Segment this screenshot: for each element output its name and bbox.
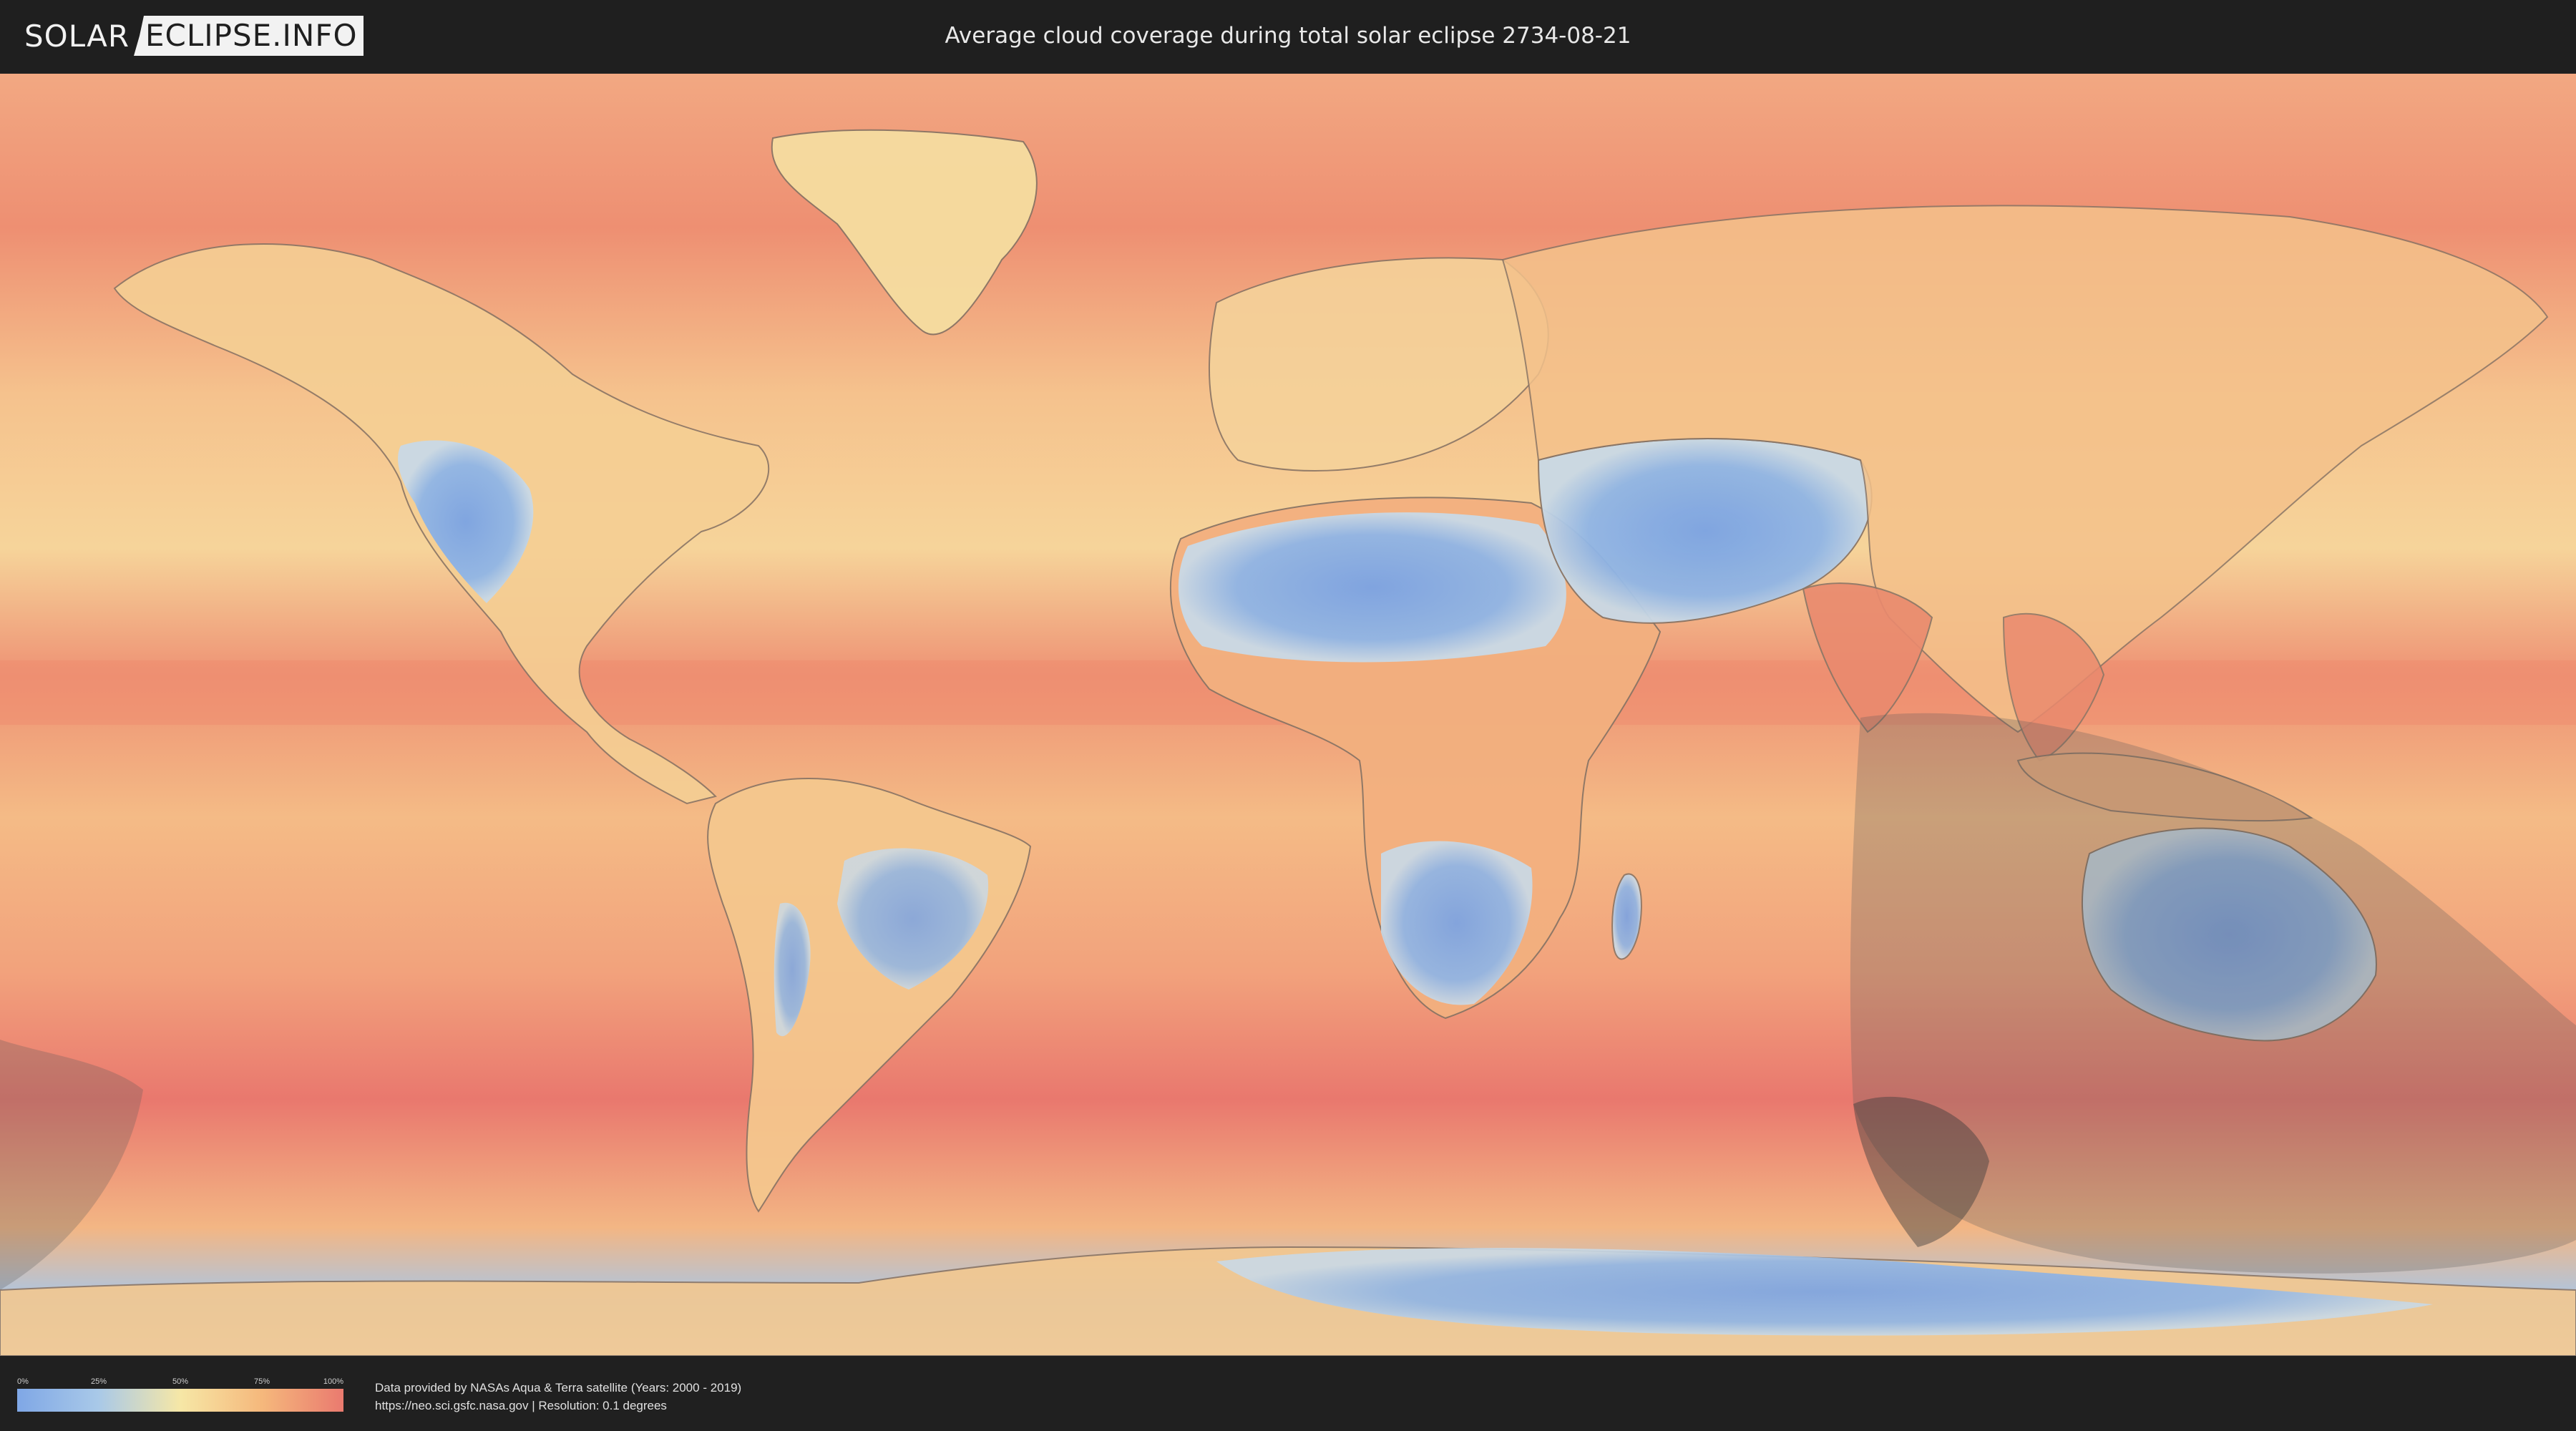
sahara-clear-region	[1178, 512, 1566, 663]
cloud-coverage-legend: 0% 25% 50% 75% 100%	[17, 1377, 343, 1412]
legend-tick-25: 25%	[90, 1377, 107, 1386]
data-credits: Data provided by NASAs Aqua & Terra sate…	[375, 1379, 741, 1415]
legend-color-bar	[17, 1389, 343, 1412]
header-bar: SOLAR ECLIPSE.INFO Average cloud coverag…	[0, 0, 2576, 72]
cloud-coverage-map[interactable]	[0, 74, 2576, 1356]
legend-tick-100: 100%	[323, 1377, 343, 1386]
legend-tick-75: 75%	[253, 1377, 270, 1386]
legend-tick-50: 50%	[172, 1377, 189, 1386]
credits-line-url: https://neo.sci.gsfc.nasa.gov | Resoluti…	[375, 1399, 667, 1412]
legend-ticks: 0% 25% 50% 75% 100%	[17, 1377, 343, 1389]
legend-tick-0: 0%	[17, 1377, 29, 1386]
credits-line-source: Data provided by NASAs Aqua & Terra sate…	[375, 1381, 742, 1395]
footer-bar: 0% 25% 50% 75% 100% Data provided by NAS…	[0, 1356, 2576, 1431]
page-title: Average cloud coverage during total sola…	[945, 23, 1631, 49]
